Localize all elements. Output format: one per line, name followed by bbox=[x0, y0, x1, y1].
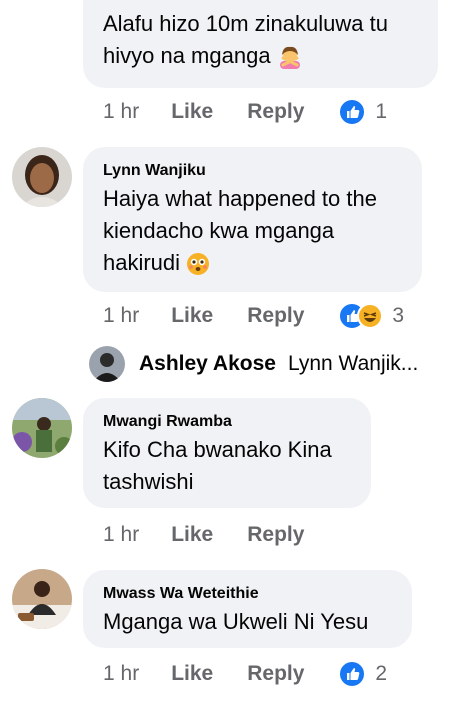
reply-preview[interactable]: Ashley Akose Lynn Wanjik... bbox=[89, 345, 469, 383]
comment-text-line: kiendacho kwa mganga bbox=[103, 218, 335, 243]
reply-button[interactable]: Reply bbox=[247, 523, 304, 547]
reply-snippet: Lynn Wanjik... bbox=[287, 352, 419, 375]
comment-time[interactable]: 1 hr bbox=[103, 304, 139, 328]
comment-bubble: Lynn Wanjiku Haiya what happened to the … bbox=[83, 147, 422, 292]
like-button[interactable]: Like bbox=[171, 304, 213, 328]
haha-reaction-icon bbox=[357, 303, 384, 329]
comment-text-line: Kifo Cha bwanako Kina bbox=[103, 437, 332, 462]
like-button[interactable]: Like bbox=[171, 662, 213, 686]
comment-author[interactable]: Lynn Wanjiku bbox=[103, 162, 206, 180]
comment-text-line: hakirudi bbox=[103, 250, 181, 275]
reaction-summary[interactable]: 3 bbox=[338, 302, 404, 330]
reaction-count: 3 bbox=[392, 304, 405, 327]
comment-text-line: tashwishi bbox=[103, 469, 194, 494]
comment-bubble: Alafu hizo 10m zinakuluwa tu hivyo na mg… bbox=[83, 0, 438, 88]
comment-bubble: Mwangi Rwamba Kifo Cha bwanako Kina tash… bbox=[83, 398, 371, 508]
avatar[interactable] bbox=[12, 398, 72, 458]
comment-time[interactable]: 1 hr bbox=[103, 100, 139, 124]
like-button[interactable]: Like bbox=[171, 100, 213, 124]
avatar[interactable] bbox=[12, 147, 72, 207]
like-reaction-icon bbox=[338, 660, 367, 688]
comment-actions: 1 hr Like Reply 1 bbox=[103, 97, 387, 127]
flushed-face-emoji bbox=[187, 253, 210, 276]
avatar[interactable] bbox=[12, 569, 72, 629]
reply-button[interactable]: Reply bbox=[247, 304, 304, 328]
comment-bubble: Mwass Wa Weteithie Mganga wa Ukweli Ni Y… bbox=[83, 570, 412, 648]
comment-time[interactable]: 1 hr bbox=[103, 662, 139, 686]
reply-button[interactable]: Reply bbox=[247, 662, 304, 686]
reply-author: Ashley Akose bbox=[139, 352, 276, 375]
like-reaction-icon bbox=[338, 98, 367, 126]
comment-actions: 1 hr Like Reply 3 bbox=[103, 301, 404, 331]
reaction-summary[interactable]: 2 bbox=[338, 660, 387, 688]
comment-time[interactable]: 1 hr bbox=[103, 523, 139, 547]
like-button[interactable]: Like bbox=[171, 523, 213, 547]
comment-text-line: Alafu hizo 10m zinakuluwa tu bbox=[103, 11, 388, 36]
reaction-summary[interactable]: 1 bbox=[338, 98, 387, 126]
comment-author[interactable]: Mwass Wa Weteithie bbox=[103, 585, 259, 603]
reply-button[interactable]: Reply bbox=[247, 100, 304, 124]
reaction-count: 1 bbox=[375, 100, 388, 123]
reaction-count: 2 bbox=[375, 662, 388, 685]
comment-actions: 1 hr Like Reply 2 bbox=[103, 659, 387, 689]
comment-author[interactable]: Mwangi Rwamba bbox=[103, 413, 232, 431]
comment-text-line: hivyo na mganga bbox=[103, 43, 271, 68]
comment-text-line: Mganga wa Ukweli Ni Yesu bbox=[103, 609, 369, 634]
avatar bbox=[89, 346, 125, 382]
comment-text-line: Haiya what happened to the bbox=[103, 186, 377, 211]
comment-actions: 1 hr Like Reply bbox=[103, 520, 338, 550]
woman-gesturing-no-emoji bbox=[279, 47, 300, 70]
